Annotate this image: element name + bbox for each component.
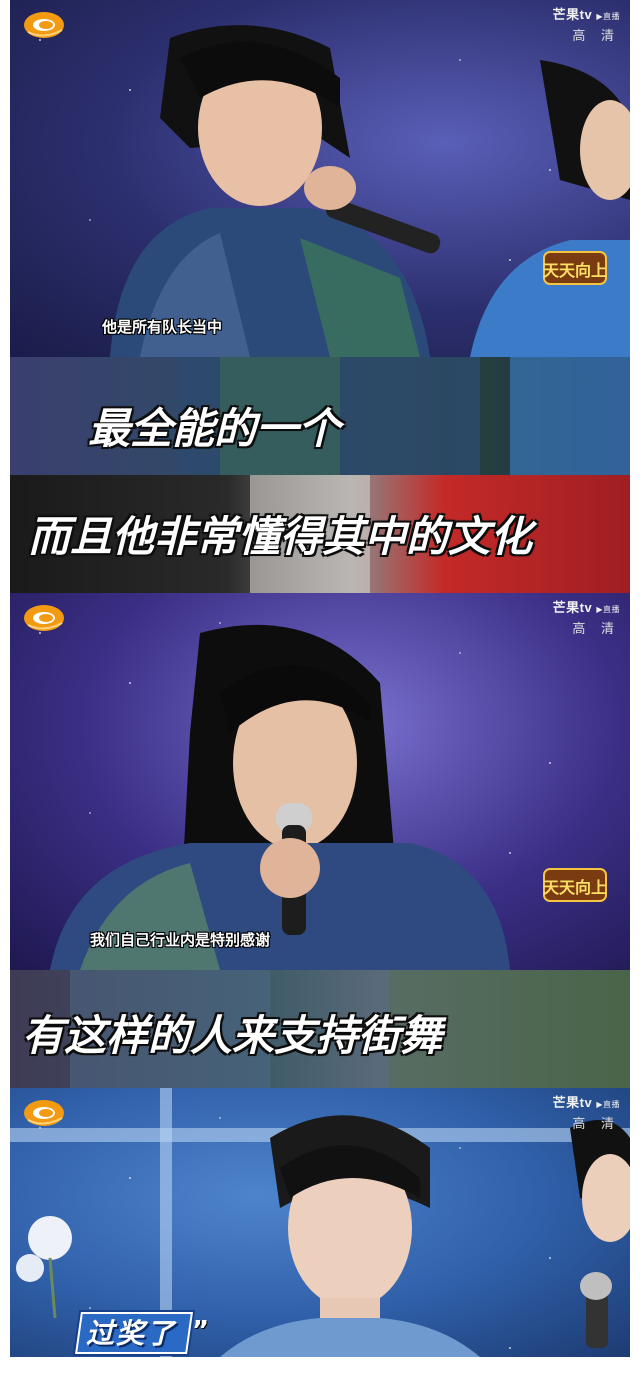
woman-speaking-into-microphone bbox=[50, 624, 510, 970]
subtitle-3: 而且他非常懂得其中的文化 bbox=[28, 512, 533, 561]
white-flower-decoration bbox=[16, 1216, 72, 1318]
subtitle-1: 他是所有队长当中 bbox=[102, 318, 223, 336]
mango-tv-watermark: 芒果tv ▶直播 高 清 bbox=[552, 1095, 620, 1131]
show-logo-icon bbox=[541, 868, 609, 902]
frame-3: 而且他非常懂得其中的文化 bbox=[10, 475, 630, 593]
hunan-tv-logo-icon bbox=[23, 11, 65, 39]
subtitle-4: 我们自己行业内是特别感谢 bbox=[90, 931, 271, 949]
frame-4: 芒果tv ▶直播 高 清 我们自己行业内是特别感谢 bbox=[10, 593, 630, 970]
frame-2: 最全能的一个 bbox=[10, 357, 630, 475]
subtitle-6: 过奖了 bbox=[86, 1317, 177, 1350]
young-man bbox=[220, 1115, 480, 1357]
hunan-tv-logo-icon bbox=[23, 604, 65, 632]
frame-5: 有这样的人来支持街舞 bbox=[10, 970, 630, 1088]
person-right-with-mic bbox=[570, 1120, 630, 1348]
mango-tv-watermark: 芒果tv ▶直播 高 清 bbox=[552, 7, 620, 43]
closing-quote-mark: ” bbox=[192, 1316, 210, 1346]
subtitle-5: 有这样的人来支持街舞 bbox=[22, 1011, 443, 1060]
show-logo-icon bbox=[541, 251, 609, 285]
woman-with-microphone bbox=[110, 25, 441, 357]
hunan-tv-logo-icon bbox=[23, 1099, 65, 1127]
frame-1: 芒果tv ▶直播 高 清 他是所有队长当中 bbox=[10, 0, 630, 357]
mango-tv-watermark: 芒果tv ▶直播 高 清 bbox=[552, 600, 620, 636]
person-in-blue-right bbox=[470, 60, 630, 357]
subtitle-2: 最全能的一个 bbox=[88, 404, 341, 453]
